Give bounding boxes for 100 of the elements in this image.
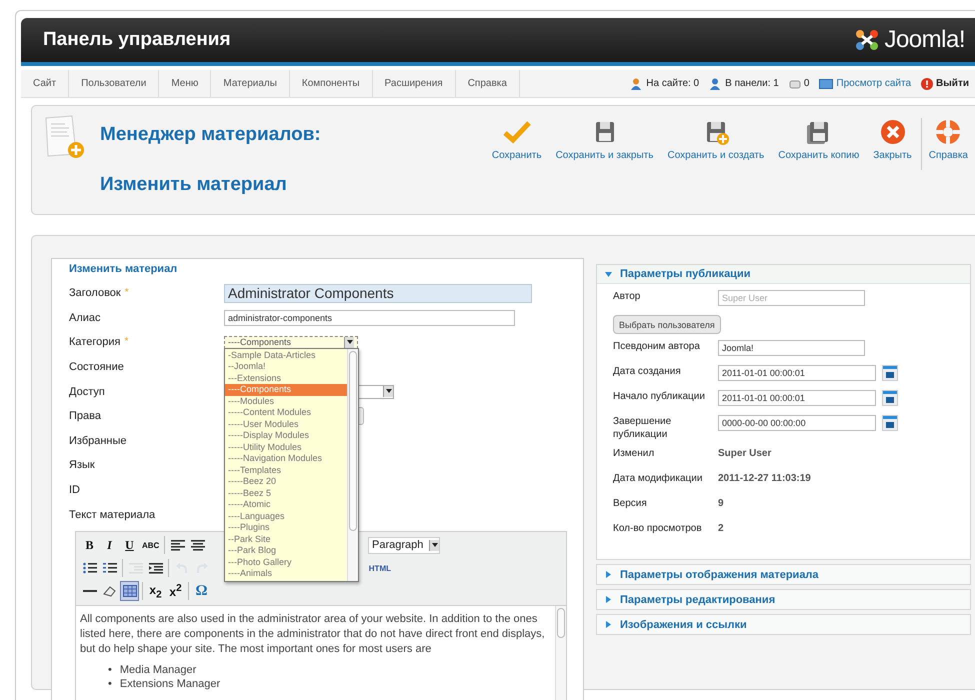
dropdown-option[interactable]: -----Display Modules xyxy=(225,430,347,442)
bold-button[interactable]: B xyxy=(80,535,99,556)
logout-link[interactable]: Выйти xyxy=(936,78,969,89)
field-label: Псевдоним автора xyxy=(613,340,701,353)
field-label: Дата создания xyxy=(613,365,682,378)
menu-item[interactable]: Компоненты xyxy=(290,70,373,97)
italic-button[interactable]: I xyxy=(100,535,119,556)
table-button[interactable] xyxy=(120,581,139,602)
preview-link[interactable]: Просмотр сайта xyxy=(836,78,912,89)
dropdown-option[interactable]: -----Beez 20 xyxy=(225,476,347,488)
message-icon xyxy=(788,78,801,88)
superscript-button[interactable]: x$^{2}$ xyxy=(166,581,185,602)
dropdown-option[interactable]: ----Animals xyxy=(225,568,347,580)
indent-icon xyxy=(148,562,162,574)
title-input[interactable]: Administrator Components xyxy=(224,284,532,303)
field-label: Начало публикации xyxy=(613,390,706,403)
fieldset-legend: Изменить материал xyxy=(67,263,180,275)
subscript-button[interactable]: x$_{2}$ xyxy=(146,581,165,602)
dropdown-option[interactable]: -----Navigation Modules xyxy=(225,453,347,465)
menu-item[interactable]: Материалы xyxy=(211,70,290,97)
dropdown-option[interactable]: ----Components xyxy=(225,384,347,396)
save-button[interactable]: Сохранить xyxy=(484,118,549,161)
field-label: Состояние xyxy=(69,361,124,374)
field-label: Доступ xyxy=(69,386,105,398)
alias-input[interactable]: Joomla! xyxy=(718,340,865,356)
dropdown-option[interactable]: -----Content Modules xyxy=(225,407,347,419)
underline-button[interactable]: U xyxy=(120,535,139,556)
status-count: 0 xyxy=(804,78,810,89)
field-label: Категория xyxy=(69,336,120,348)
dropdown-option[interactable]: -----User Modules xyxy=(225,418,347,430)
dropdown-option[interactable]: ----Templates xyxy=(225,464,347,476)
html-link[interactable]: HTML xyxy=(368,564,391,573)
field-value: 9 xyxy=(718,497,724,510)
field-label: Автор xyxy=(613,290,642,303)
numbered-list-icon xyxy=(102,562,116,574)
list-item: Extensions Manager xyxy=(120,676,220,691)
save-close-button[interactable]: Сохранить и закрыть xyxy=(548,118,660,161)
accordion-header[interactable]: Параметры отображения материала xyxy=(597,565,970,584)
align-center-icon xyxy=(190,539,205,552)
save-new-button[interactable]: Сохранить и создать xyxy=(660,118,772,161)
category-select[interactable]: ----Components xyxy=(224,336,358,349)
caret-down-icon xyxy=(432,543,438,548)
dropdown-option[interactable]: --Joomla! xyxy=(225,361,347,373)
menu-item[interactable]: Справка xyxy=(456,70,520,97)
field-label: Алиас xyxy=(69,312,101,324)
dropdown-option[interactable]: -----Beez 5 xyxy=(225,488,347,500)
dropdown-option[interactable]: ---Extensions xyxy=(225,372,347,384)
status-count: На сайте: 0 xyxy=(646,78,700,89)
symbol-button[interactable]: Ω xyxy=(192,581,211,602)
calendar-icon[interactable] xyxy=(882,415,898,431)
field-value: Super User xyxy=(718,447,772,460)
dropdown-option[interactable]: --Park Site xyxy=(225,534,347,546)
alert-icon xyxy=(921,78,934,90)
caret-right-icon xyxy=(605,596,612,603)
caret-right-icon xyxy=(605,621,612,628)
menu-item[interactable]: Пользователи xyxy=(69,70,160,97)
alias-input[interactable]: administrator-components xyxy=(224,310,515,326)
dropdown-option[interactable]: ---Photo Gallery xyxy=(225,556,347,568)
field-label: Права xyxy=(69,410,101,422)
accordion-header[interactable]: Изображения и ссылки xyxy=(597,615,970,634)
strike-button[interactable]: ABC xyxy=(140,535,162,556)
required-mark: * xyxy=(124,336,128,348)
save-copy-button[interactable]: Сохранить копию xyxy=(771,118,866,161)
required-mark: * xyxy=(124,287,129,300)
dropdown-option[interactable]: -----Atomic xyxy=(225,499,347,511)
bullet-mark: • xyxy=(108,676,112,691)
page-title: Менеджер материалов: xyxy=(100,124,321,146)
caret-down-icon xyxy=(605,270,612,278)
scrollbar[interactable] xyxy=(555,606,566,700)
dropdown-option[interactable]: -Sample Data-Articles xyxy=(225,350,347,362)
align-left-icon xyxy=(170,539,185,552)
date-input[interactable]: 0000-00-00 00:00:00 xyxy=(718,415,876,431)
scrollbar[interactable] xyxy=(347,348,358,581)
editor-paragraph: All components are also used in the administrator area of your website. In addition to the ones listed here, there are components in the administrator that do not have direct front end displays, but do help shape your site. The most important ones for most users are xyxy=(80,612,546,657)
calendar-icon[interactable] xyxy=(882,390,898,406)
dropdown-option[interactable]: ----Modules xyxy=(225,396,347,408)
menu-item[interactable]: Меню xyxy=(159,70,212,97)
bullet-list-icon xyxy=(82,562,96,574)
dropdown-option[interactable]: ----Plugins xyxy=(225,522,347,534)
accordion-header[interactable]: Параметры редактирования xyxy=(597,590,970,609)
menu-item[interactable]: Сайт xyxy=(21,70,70,97)
dropdown-option[interactable]: -----Utility Modules xyxy=(225,442,347,454)
select-user-button[interactable]: Выбрать пользователя xyxy=(613,315,721,334)
menu-item[interactable]: Расширения xyxy=(372,70,456,97)
status-count: В панели: 1 xyxy=(725,78,779,89)
field-label: Завершение публикации xyxy=(613,415,672,441)
dropdown-option[interactable]: ----Languages xyxy=(225,510,347,522)
field-label: Кол-во просмотров xyxy=(613,522,703,535)
close-button[interactable]: Закрыть xyxy=(866,118,919,161)
field-label: Изменил xyxy=(613,447,656,460)
calendar-icon[interactable] xyxy=(882,365,898,381)
field-label: Текст материала xyxy=(69,508,156,521)
date-input[interactable]: 2011-01-01 00:00:01 xyxy=(718,365,876,381)
dropdown-option[interactable]: ---Park Blog xyxy=(225,545,347,557)
accordion-header[interactable]: Параметры публикации xyxy=(597,265,970,284)
caret-down-icon xyxy=(346,340,352,344)
field-value: 2011-12-27 11:03:19 xyxy=(718,472,811,485)
date-input[interactable]: 2011-01-01 00:00:01 xyxy=(718,390,876,406)
help-button[interactable]: Справка xyxy=(920,118,975,170)
format-select[interactable]: Paragraph xyxy=(368,536,440,554)
